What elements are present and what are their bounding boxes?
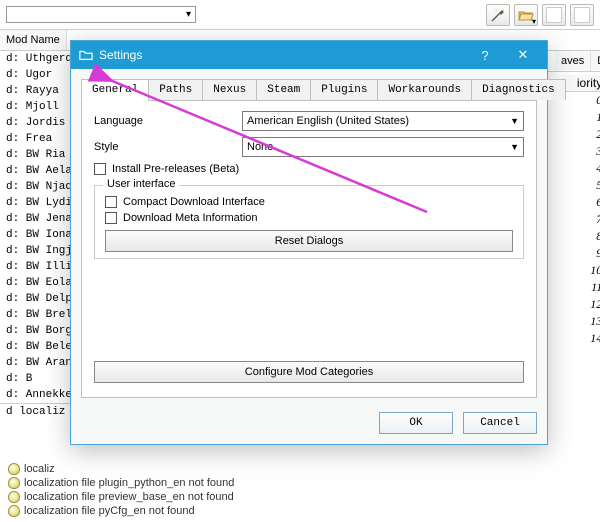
blank-icon bbox=[546, 7, 562, 23]
priority-value: 14 bbox=[562, 330, 600, 347]
tab-nexus[interactable]: Nexus bbox=[202, 79, 257, 100]
dialog-buttons: OK Cancel bbox=[71, 404, 547, 444]
list-item[interactable]: d: BW Njada bbox=[0, 179, 75, 195]
toolbar-blank1-button[interactable] bbox=[542, 4, 566, 26]
list-item[interactable]: d: Frea bbox=[0, 131, 75, 147]
chevron-down-icon: ▼ bbox=[510, 116, 519, 126]
tab-general[interactable]: General bbox=[81, 79, 149, 101]
list-item[interactable]: d: BW Aela bbox=[0, 163, 75, 179]
help-button[interactable]: ? bbox=[469, 48, 501, 63]
tab-plugins[interactable]: Plugins bbox=[310, 79, 378, 100]
profile-select[interactable] bbox=[6, 6, 196, 23]
settings-dialog: Settings ? ✕ GeneralPathsNexusSteamPlugi… bbox=[70, 40, 548, 445]
log-line: localization file plugin_python_en not f… bbox=[4, 476, 596, 490]
list-item[interactable]: d: BW Illia bbox=[0, 259, 75, 275]
list-item[interactable]: d: BW Delph bbox=[0, 291, 75, 307]
tab-steam[interactable]: Steam bbox=[256, 79, 311, 100]
priority-value: 8 bbox=[562, 228, 600, 245]
download-meta-label: Download Meta Information bbox=[123, 212, 258, 224]
toolbar-folder-button[interactable]: ▾ bbox=[514, 4, 538, 26]
style-label: Style bbox=[94, 141, 234, 153]
chevron-down-icon: ▼ bbox=[510, 142, 519, 152]
general-pane: Language American English (United States… bbox=[81, 100, 537, 398]
tab-diagnostics[interactable]: Diagnostics bbox=[471, 79, 566, 100]
dialog-title: Settings bbox=[99, 48, 463, 62]
list-item[interactable]: d localiz bbox=[0, 403, 75, 420]
list-item[interactable]: d: Jordis bbox=[0, 115, 75, 131]
log-panel: localizlocalization file plugin_python_e… bbox=[0, 458, 600, 522]
install-prerelease-checkbox[interactable] bbox=[94, 163, 106, 175]
toolbar: ▾ bbox=[0, 0, 600, 30]
log-line: localiz bbox=[4, 462, 596, 476]
priority-value: 2 bbox=[562, 126, 600, 143]
priority-value: 3 bbox=[562, 143, 600, 160]
toolbar-blank2-button[interactable] bbox=[570, 4, 594, 26]
list-item[interactable]: d: BW Ingjar bbox=[0, 243, 75, 259]
ui-group-legend: User interface bbox=[103, 178, 179, 190]
language-select[interactable]: American English (United States) ▼ bbox=[242, 111, 524, 131]
mod-list[interactable]: d: Uthgerdd: Ugord: Rayyad: Mjolld: Jord… bbox=[0, 51, 75, 420]
priority-value: 13 bbox=[562, 313, 600, 330]
priority-value: 4 bbox=[562, 160, 600, 177]
priority-value: 12 bbox=[562, 296, 600, 313]
install-prerelease-label: Install Pre-releases (Beta) bbox=[112, 163, 239, 175]
wand-icon bbox=[490, 7, 506, 23]
titlebar: Settings ? ✕ bbox=[71, 41, 547, 69]
tab-paths[interactable]: Paths bbox=[148, 79, 203, 100]
bulb-icon bbox=[8, 491, 20, 503]
priority-value: 5 bbox=[562, 177, 600, 194]
list-item[interactable]: d: BW Iona bbox=[0, 227, 75, 243]
ok-button[interactable]: OK bbox=[379, 412, 453, 434]
bulb-icon bbox=[8, 477, 20, 489]
priority-value: 10 bbox=[562, 262, 600, 279]
column-modname[interactable]: Mod Name bbox=[0, 30, 67, 50]
list-item[interactable]: d: BW Belev bbox=[0, 339, 75, 355]
style-select[interactable]: None ▼ bbox=[242, 137, 524, 157]
configure-categories-button[interactable]: Configure Mod Categories bbox=[94, 361, 524, 383]
log-line: localization file pyCfg_en not found bbox=[4, 504, 596, 518]
list-item[interactable]: d: Rayya bbox=[0, 83, 75, 99]
list-item[interactable]: d: Ugor bbox=[0, 67, 75, 83]
ui-group: User interface Compact Download Interfac… bbox=[94, 185, 524, 259]
list-item[interactable]: d: Annekke bbox=[0, 387, 75, 403]
tab-bar: GeneralPathsNexusSteamPluginsWorkarounds… bbox=[81, 79, 537, 100]
list-item[interactable]: d: BW Arane bbox=[0, 355, 75, 371]
list-item[interactable]: d: BW Borga bbox=[0, 323, 75, 339]
blank-icon bbox=[574, 7, 590, 23]
compact-download-checkbox[interactable] bbox=[105, 196, 117, 208]
list-item[interactable]: d: BW Jenas bbox=[0, 211, 75, 227]
list-item[interactable]: d: BW Ria bbox=[0, 147, 75, 163]
log-line: localization file preview_base_en not fo… bbox=[4, 490, 596, 504]
compact-download-label: Compact Download Interface bbox=[123, 196, 265, 208]
list-item[interactable]: d: Mjoll bbox=[0, 99, 75, 115]
list-item[interactable]: d: Uthgerd bbox=[0, 51, 75, 67]
priority-value: 7 bbox=[562, 211, 600, 228]
list-item[interactable]: d: BW Brelyn bbox=[0, 307, 75, 323]
cancel-button[interactable]: Cancel bbox=[463, 412, 537, 434]
priority-value: 0 bbox=[562, 92, 600, 109]
priority-header[interactable]: iority bbox=[562, 75, 600, 92]
list-item[interactable]: d: BW Eola bbox=[0, 275, 75, 291]
download-meta-checkbox[interactable] bbox=[105, 212, 117, 224]
folder-icon bbox=[79, 48, 93, 62]
bulb-icon bbox=[8, 463, 20, 475]
column-d[interactable]: D bbox=[591, 51, 600, 71]
list-item[interactable]: d: BW Lydia bbox=[0, 195, 75, 211]
priority-value: 9 bbox=[562, 245, 600, 262]
tab-workarounds[interactable]: Workarounds bbox=[377, 79, 472, 100]
toolbar-wand-button[interactable] bbox=[486, 4, 510, 26]
priority-column: iority 01234567891011121314 bbox=[562, 75, 600, 347]
priority-value: 6 bbox=[562, 194, 600, 211]
close-button[interactable]: ✕ bbox=[507, 47, 539, 63]
list-item[interactable]: d: B bbox=[0, 371, 75, 387]
bulb-icon bbox=[8, 505, 20, 517]
column-saves[interactable]: aves bbox=[555, 51, 591, 71]
priority-value: 11 bbox=[562, 279, 600, 296]
reset-dialogs-button[interactable]: Reset Dialogs bbox=[105, 230, 513, 252]
language-label: Language bbox=[94, 115, 234, 127]
priority-value: 1 bbox=[562, 109, 600, 126]
